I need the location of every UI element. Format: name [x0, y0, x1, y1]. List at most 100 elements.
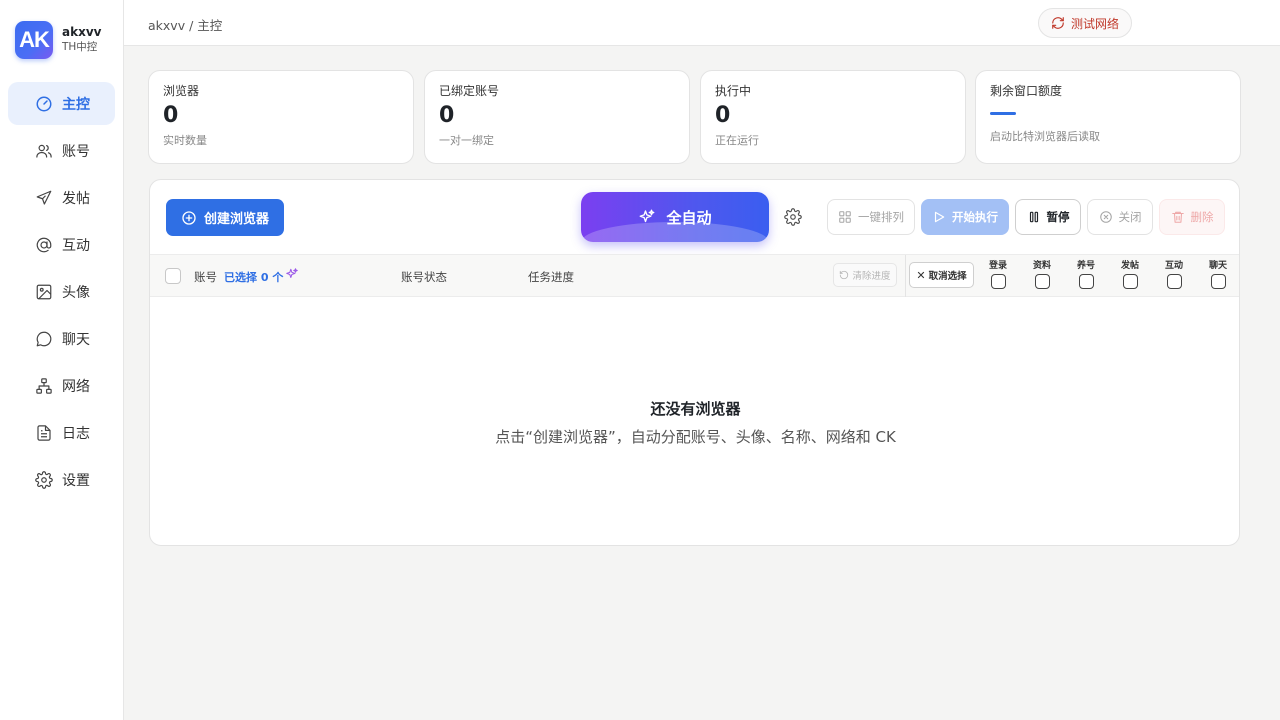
task-column-label: 登录	[988, 261, 1007, 271]
empty-state-title: 还没有浏览器	[650, 400, 741, 418]
stat-value: 0	[715, 103, 731, 128]
stat-card-window-quota: 剩余窗口额度 启动比特浏览器后读取	[975, 70, 1241, 164]
brand-name: akxvv	[62, 25, 102, 39]
app-logo: AK	[15, 21, 53, 59]
test-network-button[interactable]: 测试网络	[1038, 8, 1132, 38]
sidebar-item-label: 设置	[62, 472, 90, 489]
sparkle-icon[interactable]	[285, 267, 299, 281]
sidebar-item-chat[interactable]: 聊天	[8, 317, 115, 360]
close-button[interactable]: 关闭	[1087, 199, 1153, 235]
close-icon: ✕	[916, 268, 926, 282]
image-icon	[35, 283, 53, 301]
brand-subtitle: TH中控	[62, 41, 98, 53]
sidebar-item-label: 网络	[62, 378, 90, 395]
clear-progress-label: 清除进度	[852, 271, 891, 282]
sidebar-item-avatar[interactable]: 头像	[8, 270, 115, 313]
stat-value: 0	[163, 103, 179, 128]
play-icon	[934, 211, 945, 223]
stat-card-bound-accounts: 已绑定账号 0 一对一绑定	[424, 70, 690, 164]
create-browser-button[interactable]: 创建浏览器	[166, 199, 284, 236]
task-column-label: 资料	[1032, 261, 1051, 271]
selected-count: 已选择 0 个	[224, 271, 284, 284]
auto-settings-gear-icon[interactable]	[784, 208, 802, 226]
sidebar-item-logs[interactable]: 日志	[8, 411, 115, 454]
sidebar-item-label: 发帖	[62, 190, 90, 207]
stat-card-browsers: 浏览器 0 实时数量	[148, 70, 414, 164]
stat-title: 剩余窗口额度	[990, 84, 1063, 98]
plus-circle-icon	[182, 210, 196, 225]
brand: AK akxvv TH中控	[15, 21, 101, 59]
chat-icon	[35, 330, 53, 348]
column-header-status: 账号状态	[401, 270, 447, 284]
trash-icon	[1171, 211, 1184, 223]
stat-subtitle: 一对一绑定	[439, 134, 494, 147]
sparkle-icon	[640, 209, 655, 223]
stat-title: 已绑定账号	[439, 84, 500, 98]
stat-title: 浏览器	[163, 84, 200, 98]
task-column-label: 养号	[1076, 261, 1095, 271]
sidebar-item-label: 日志	[62, 425, 90, 442]
pause-label: 暂停	[1046, 210, 1070, 224]
full-auto-label: 全自动	[666, 208, 712, 227]
task-login-checkbox[interactable]	[990, 274, 1006, 289]
sidebar-item-label: 头像	[62, 284, 90, 301]
arrange-windows-button[interactable]: 一键排列	[827, 199, 915, 235]
cancel-selection-button[interactable]: ✕ 取消选择	[909, 262, 974, 288]
close-label: 关闭	[1118, 210, 1142, 224]
clear-progress-button[interactable]: 清除进度	[833, 263, 897, 287]
full-auto-button[interactable]: 全自动	[581, 192, 769, 242]
task-post-checkbox[interactable]	[1122, 274, 1138, 289]
sidebar-item-label: 主控	[62, 96, 90, 113]
sidebar-item-label: 账号	[62, 143, 90, 160]
table-header: 账号 已选择 0 个 账号状态 任务进度 清除进度 ✕ 取消选择 登录 资料 养…	[150, 254, 1239, 297]
task-column-profile: 资料	[1030, 260, 1054, 293]
sidebar-item-posts[interactable]: 发帖	[8, 176, 115, 219]
send-icon	[35, 189, 53, 207]
stat-subtitle: 实时数量	[163, 134, 207, 147]
start-execute-button[interactable]: 开始执行	[921, 199, 1009, 235]
network-icon	[35, 377, 53, 395]
sidebar-item-label: 互动	[62, 237, 90, 254]
cancel-selection-label: 取消选择	[928, 271, 967, 282]
stat-value: 0	[439, 103, 455, 128]
task-column-interact: 互动	[1162, 260, 1186, 293]
delete-label: 删除	[1190, 210, 1214, 224]
sidebar-item-network[interactable]: 网络	[8, 364, 115, 407]
gauge-icon	[35, 95, 53, 113]
users-icon	[35, 142, 53, 160]
column-header-account: 账号	[194, 270, 217, 284]
start-label: 开始执行	[952, 210, 998, 224]
breadcrumb: akxvv / 主控	[148, 18, 223, 33]
grid-icon	[839, 211, 851, 223]
sidebar-item-dashboard[interactable]: 主控	[8, 82, 115, 125]
column-header-progress: 任务进度	[528, 270, 574, 284]
task-interact-checkbox[interactable]	[1166, 274, 1182, 289]
delete-button[interactable]: 删除	[1159, 199, 1225, 235]
create-browser-label: 创建浏览器	[203, 212, 269, 227]
log-icon	[35, 424, 53, 442]
top-header: akxvv / 主控 测试网络	[124, 0, 1280, 46]
task-nurture-checkbox[interactable]	[1078, 274, 1094, 289]
reset-icon	[840, 270, 849, 280]
task-column-label: 聊天	[1208, 261, 1227, 271]
refresh-icon	[1052, 17, 1064, 29]
pause-icon	[1029, 211, 1038, 223]
sidebar-nav: 主控 账号 发帖 互动 头像 聊天 网络 日志 设置	[8, 82, 115, 505]
stat-subtitle: 正在运行	[715, 134, 759, 147]
pause-button[interactable]: 暂停	[1015, 199, 1081, 235]
stat-title: 执行中	[715, 84, 752, 98]
select-all-checkbox[interactable]	[165, 268, 181, 284]
loading-dash	[990, 112, 1016, 115]
divider	[905, 255, 906, 297]
arrange-label: 一键排列	[858, 210, 904, 224]
sidebar-item-interact[interactable]: 互动	[8, 223, 115, 266]
task-column-chat: 聊天	[1206, 260, 1230, 293]
task-chat-checkbox[interactable]	[1210, 274, 1226, 289]
browser-panel: 创建浏览器 全自动 一键排列 开始执行 暂停 关闭 删除 账号 已选择 0 个 …	[149, 179, 1240, 546]
task-column-nurture: 养号	[1074, 260, 1098, 293]
task-profile-checkbox[interactable]	[1034, 274, 1050, 289]
sidebar-item-accounts[interactable]: 账号	[8, 129, 115, 172]
test-network-label: 测试网络	[1070, 16, 1119, 31]
sidebar-item-settings[interactable]: 设置	[8, 458, 115, 501]
empty-state-subtitle: 点击“创建浏览器”，自动分配账号、头像、名称、网络和 CK	[495, 428, 896, 446]
